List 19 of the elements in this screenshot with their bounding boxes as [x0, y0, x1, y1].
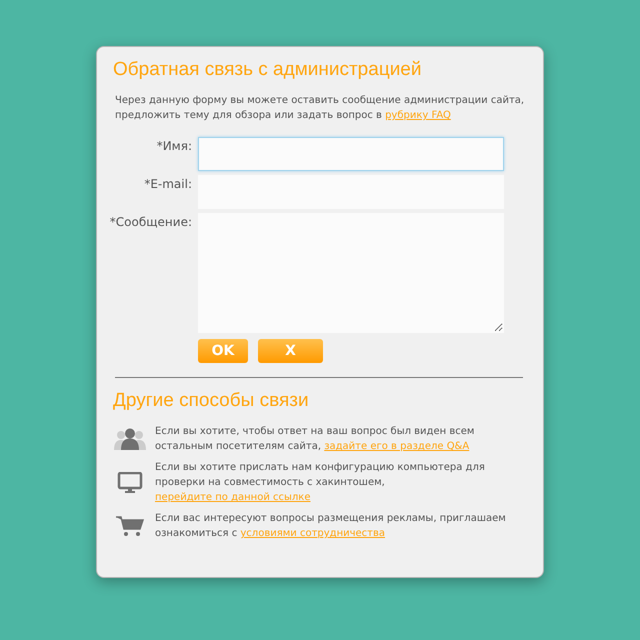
contact-link[interactable]: задайте его в разделе Q&A: [324, 441, 470, 452]
contact-text: Если вы хотите прислать нам конфигурацию компьютера для проверки на совместимость с хакинтошем, перейдите по данной ссылке: [155, 461, 486, 505]
faq-link[interactable]: рубрику FAQ: [385, 110, 451, 121]
contact-text: Если вас интересуют вопросы размещения рекламы, приглашаем ознакомиться с условиями сотрудничества: [155, 512, 507, 541]
field-label: *E-mail:: [143, 176, 192, 193]
cart-icon: [113, 515, 147, 537]
section-title: Другие способы связи: [113, 390, 310, 412]
dialog-title: Обратная связь с администрацией: [113, 59, 422, 81]
contact-link[interactable]: перейдите по данной ссылке: [155, 492, 310, 503]
contact-text: Если вы хотите, чтобы ответ на ваш вопрос был виден всем остальным посетителям сайта, задайте его в разделе Q&A: [155, 425, 476, 454]
cancel-button[interactable]: X: [258, 339, 323, 363]
ok-button[interactable]: OK: [198, 339, 248, 363]
message-field[interactable]: [198, 213, 504, 333]
people-icon: [113, 428, 147, 450]
input-field[interactable]: [198, 137, 504, 171]
field-label: *Имя:: [156, 138, 192, 155]
field-label: *Сообщение:: [109, 214, 192, 231]
contact-link[interactable]: условиями сотрудничества: [240, 528, 386, 539]
intro-text: Через данную форму вы можете оставить сообщение администрации сайта, предложить тему для обзора или задать вопрос в рубрику FAQ: [115, 94, 525, 123]
